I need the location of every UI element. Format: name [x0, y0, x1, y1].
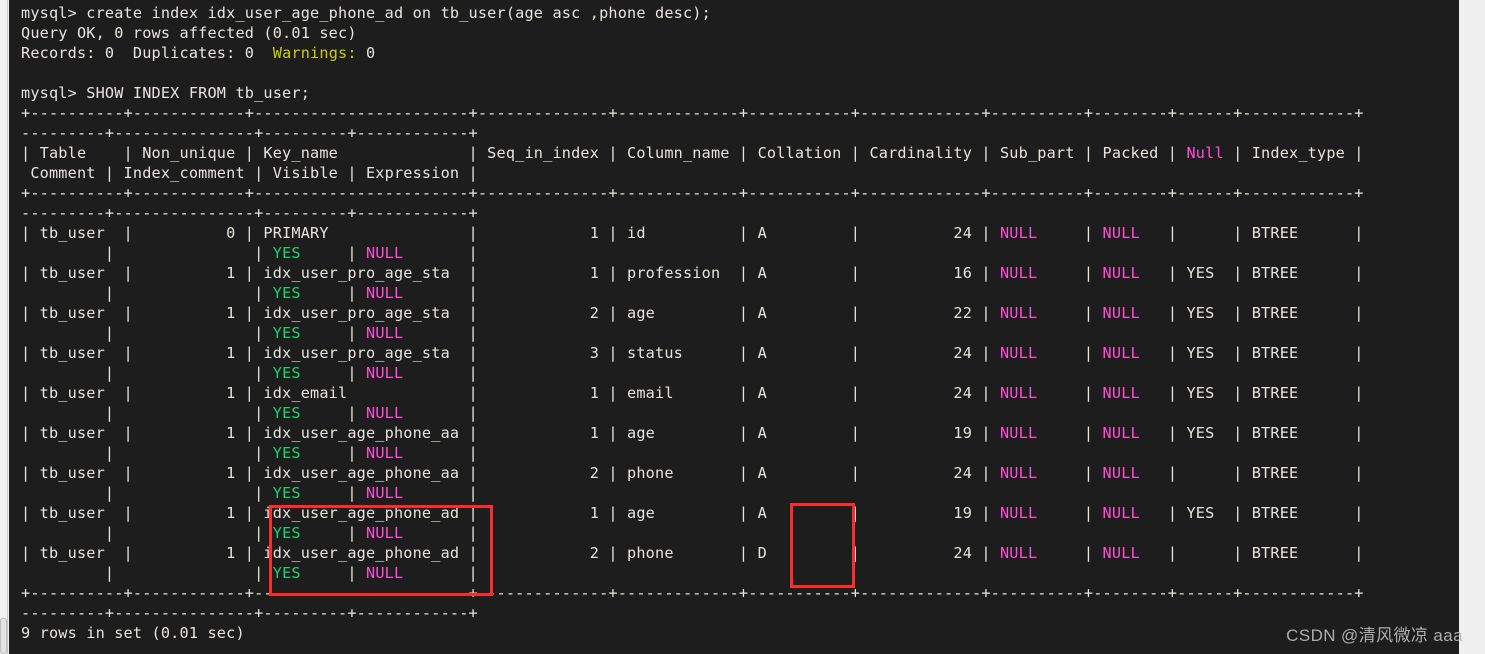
- left-scrollbar-thumb[interactable]: [0, 618, 7, 654]
- terminal-window: mysql> create index idx_user_age_phone_a…: [0, 0, 1485, 654]
- left-window-gutter: [0, 0, 8, 654]
- mysql-console[interactable]: mysql> create index idx_user_age_phone_a…: [9, 0, 1459, 654]
- csdn-watermark: CSDN @清风微凉 aaa: [1286, 626, 1463, 645]
- window-scrollbar-track[interactable]: [1459, 0, 1485, 654]
- console-output: mysql> create index idx_user_age_phone_a…: [21, 4, 1364, 642]
